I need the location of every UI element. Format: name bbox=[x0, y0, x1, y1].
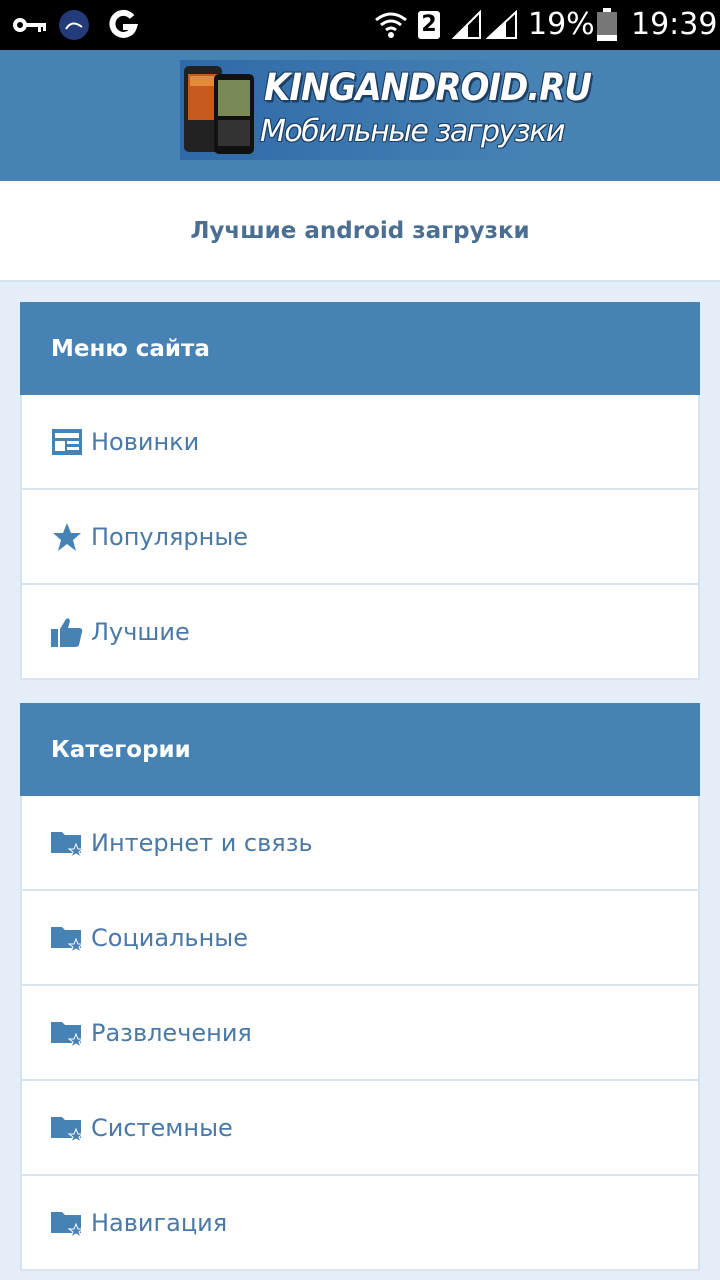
category-navigation[interactable]: Навигация bbox=[20, 1176, 700, 1271]
subtitle-bar: Лучшие android загрузки bbox=[0, 181, 720, 282]
g-icon bbox=[108, 0, 138, 50]
status-bar: 2 19% 19:39 bbox=[0, 0, 720, 50]
thumbs-up-icon bbox=[51, 616, 83, 648]
site-header: KINGANDROID.RU Мобильные загрузки bbox=[0, 50, 720, 181]
menu-item-label: Новинки bbox=[91, 427, 200, 456]
app-icon bbox=[58, 0, 90, 50]
category-label: Навигация bbox=[91, 1208, 228, 1237]
category-label: Социальные bbox=[91, 923, 248, 952]
categories-header: Категории bbox=[20, 703, 700, 796]
logo-title: KINGANDROID.RU bbox=[264, 66, 592, 110]
menu-item-label: Лучшие bbox=[91, 617, 190, 646]
site-menu-header: Меню сайта bbox=[20, 302, 700, 395]
signal-icon bbox=[452, 0, 482, 50]
category-label: Системные bbox=[91, 1113, 233, 1142]
menu-item-new[interactable]: Новинки bbox=[20, 395, 700, 490]
categories-title: Категории bbox=[51, 736, 191, 763]
folder-star-icon bbox=[51, 827, 83, 859]
category-internet[interactable]: Интернет и связь bbox=[20, 796, 700, 891]
logo-subtitle: Мобильные загрузки bbox=[260, 114, 565, 149]
category-system[interactable]: Системные bbox=[20, 1081, 700, 1176]
categories-panel: Категории Интернет и связь Социальные Ра… bbox=[20, 703, 700, 1271]
folder-star-icon bbox=[51, 1207, 83, 1239]
battery-percent: 19% bbox=[528, 7, 595, 42]
folder-star-icon bbox=[51, 1112, 83, 1144]
site-menu-panel: Меню сайта Новинки Популярные Лучшие bbox=[20, 302, 700, 680]
wifi-icon bbox=[374, 0, 408, 50]
key-icon bbox=[12, 0, 48, 50]
folder-star-icon bbox=[51, 922, 83, 954]
folder-star-icon bbox=[51, 1017, 83, 1049]
news-icon bbox=[51, 426, 83, 458]
page-subtitle: Лучшие android загрузки bbox=[190, 217, 530, 244]
signal-icon bbox=[486, 0, 518, 50]
sim-2-icon: 2 bbox=[418, 0, 440, 50]
site-menu-title: Меню сайта bbox=[51, 335, 210, 362]
battery-icon bbox=[596, 0, 618, 50]
category-social[interactable]: Социальные bbox=[20, 891, 700, 986]
star-icon bbox=[51, 521, 83, 553]
clock: 19:39 bbox=[631, 7, 718, 42]
site-logo[interactable]: KINGANDROID.RU Мобильные загрузки bbox=[180, 60, 592, 160]
category-entertainment[interactable]: Развлечения bbox=[20, 986, 700, 1081]
category-label: Интернет и связь bbox=[91, 828, 313, 857]
menu-item-popular[interactable]: Популярные bbox=[20, 490, 700, 585]
category-label: Развлечения bbox=[91, 1018, 252, 1047]
menu-item-best[interactable]: Лучшие bbox=[20, 585, 700, 680]
menu-item-label: Популярные bbox=[91, 522, 249, 551]
